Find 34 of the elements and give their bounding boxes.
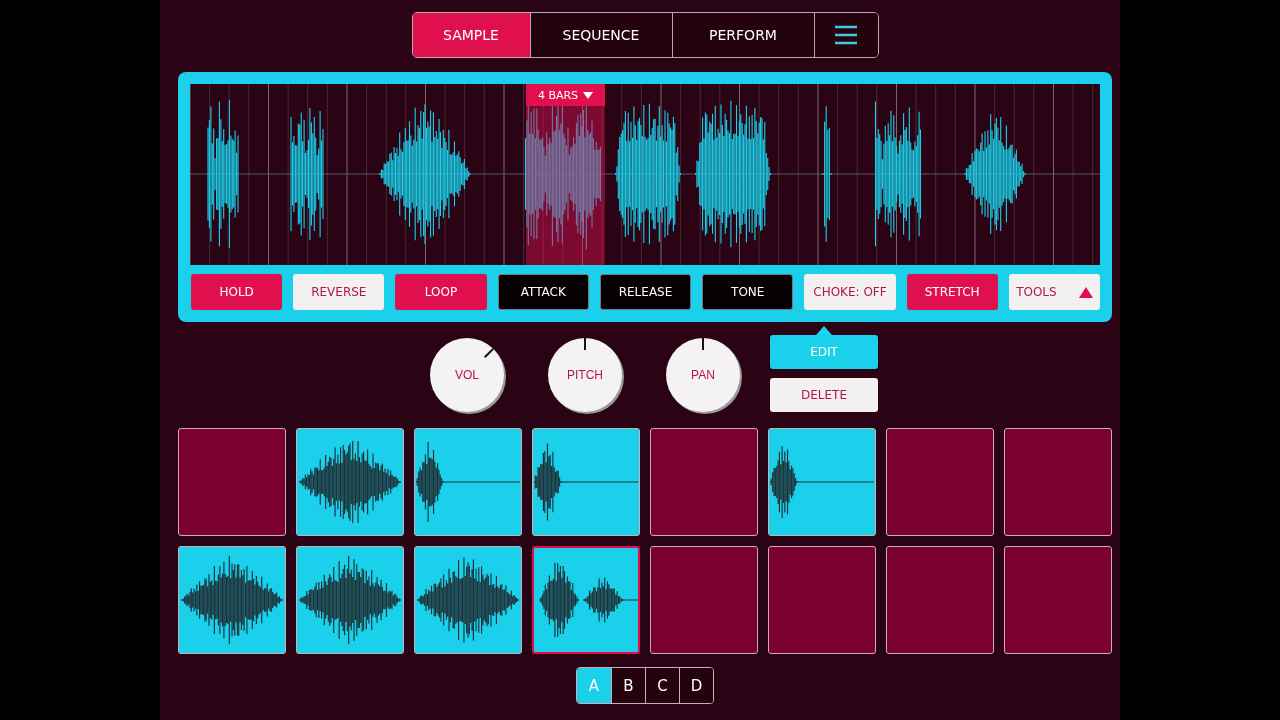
sample-control-button[interactable]: REVERSE: [293, 274, 385, 310]
knob[interactable]: PAN: [666, 338, 740, 412]
caret-icon: [583, 91, 594, 99]
mode-tab[interactable]: PERFORM: [671, 13, 814, 57]
sample-control-button[interactable]: TONE: [702, 274, 794, 310]
bars-dropdown[interactable]: 4 BARS: [526, 84, 605, 106]
sample-control-button[interactable]: CHOKE: OFF: [804, 274, 896, 310]
sample-control-button[interactable]: ATTACK: [497, 274, 589, 310]
menu-icon: [834, 25, 858, 45]
bank-tab[interactable]: D: [679, 668, 713, 703]
menu-button[interactable]: [813, 13, 878, 57]
sample-control-button[interactable]: LOOP: [395, 274, 487, 310]
knob[interactable]: PITCH: [548, 338, 622, 412]
knob[interactable]: VOL: [430, 338, 504, 412]
triangle-icon: [1078, 286, 1093, 298]
sample-control-button[interactable]: RELEASE: [599, 274, 692, 310]
sample-control-button[interactable]: STRETCH: [906, 274, 998, 310]
bank-tab[interactable]: C: [645, 668, 679, 703]
empty-pad[interactable]: [768, 546, 876, 654]
empty-pad[interactable]: [178, 428, 286, 536]
delete-button[interactable]: DELETE: [770, 378, 878, 412]
empty-pad[interactable]: [1004, 428, 1112, 536]
sample-control-button[interactable]: TOOLS: [1008, 274, 1100, 310]
mode-tab[interactable]: SAMPLE: [412, 13, 530, 57]
pointer-notch-icon: [816, 326, 832, 335]
bank-tab[interactable]: B: [611, 668, 645, 703]
empty-pad[interactable]: [886, 428, 994, 536]
empty-pad[interactable]: [650, 546, 758, 654]
empty-pad[interactable]: [650, 428, 758, 536]
sample-control-button[interactable]: HOLD: [191, 274, 283, 310]
empty-pad[interactable]: [1004, 546, 1112, 654]
empty-pad[interactable]: [886, 546, 994, 654]
selected-region[interactable]: 4 BARS: [526, 84, 605, 265]
mode-tab[interactable]: SEQUENCE: [529, 13, 672, 57]
